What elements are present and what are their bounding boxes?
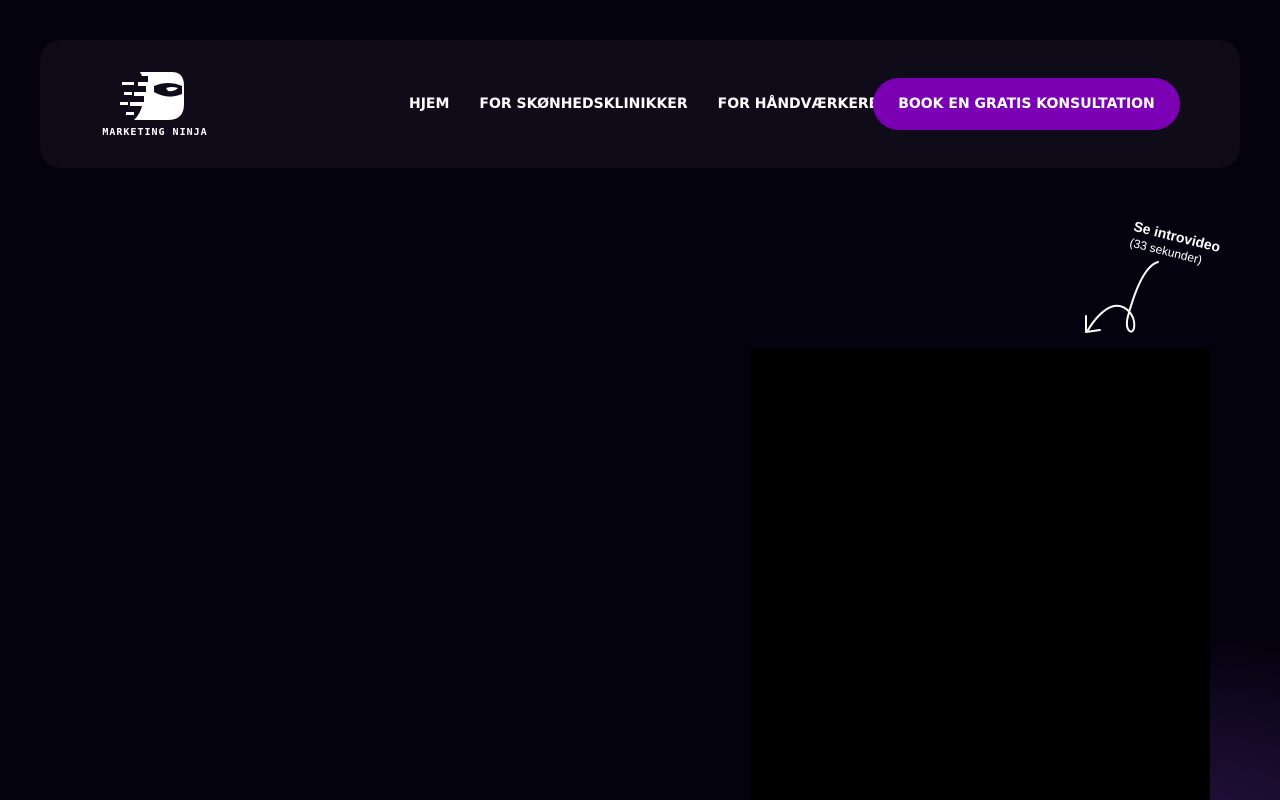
book-consultation-button[interactable]: BOOK EN GRATIS KONSULTATION [873, 78, 1180, 130]
page: MARKETING NINJA HJEM FOR SKØNHEDSKLINIKK… [0, 0, 1280, 800]
nav-item-handvaerkere[interactable]: FOR HÅNDVÆRKERE [718, 96, 879, 112]
ninja-head-icon [120, 72, 184, 120]
curved-arrow-icon [1085, 261, 1159, 333]
brand-name: MARKETING NINJA [102, 127, 208, 138]
nav-item-skonhedsklinikker[interactable]: FOR SKØNHEDSKLINIKKER [479, 96, 687, 112]
brand-logo[interactable]: MARKETING NINJA [100, 70, 210, 140]
nav-item-hjem[interactable]: HJEM [409, 96, 449, 112]
intro-video-player[interactable] [750, 348, 1210, 800]
site-header: MARKETING NINJA HJEM FOR SKØNHEDSKLINIKK… [40, 40, 1240, 168]
main-nav: HJEM FOR SKØNHEDSKLINIKKER FOR HÅNDVÆRKE… [409, 94, 908, 114]
